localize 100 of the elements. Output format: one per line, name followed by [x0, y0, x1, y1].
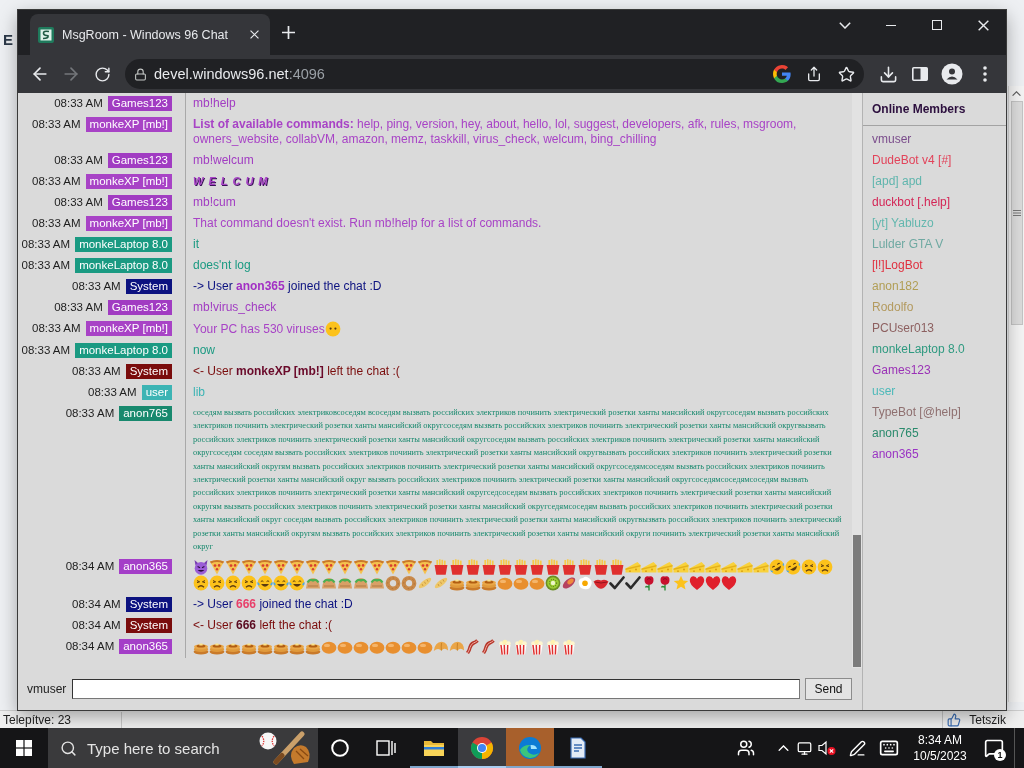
cheese-wedge-icon: [625, 559, 641, 576]
monitor-icon: [796, 740, 812, 756]
pita-sandwich-icon: [369, 575, 385, 592]
username-badge: Games123: [107, 195, 172, 210]
search-bar[interactable]: Type here to search: [48, 728, 318, 768]
cheese-wedge-icon: [721, 559, 737, 576]
bun-icon: [497, 575, 513, 592]
chrome-logo-icon: [470, 736, 494, 760]
cheese-wedge-icon: [641, 559, 657, 576]
system-message: -> User 666 joined the chat :D: [193, 597, 353, 613]
fries-icon: [449, 559, 465, 576]
heart-icon: [705, 575, 721, 592]
profile-icon: [941, 63, 963, 85]
message-time: 08:33 AM: [21, 343, 71, 358]
message-text: now: [193, 343, 215, 358]
muted-speaker-icon: [818, 740, 836, 756]
check-mark-icon: [609, 575, 625, 592]
sweet-potato-icon: [561, 575, 577, 592]
kiwi-icon: [545, 575, 561, 592]
message-time: 08:33 AM: [54, 153, 103, 168]
clock-time[interactable]: 8:34 AM: [918, 732, 962, 748]
clock-date[interactable]: 10/5/2023: [913, 748, 967, 764]
pizza-slice-icon: [321, 559, 337, 576]
partial-label: E: [3, 31, 13, 49]
username-badge: System: [125, 279, 172, 294]
pizza-slice-icon: [353, 559, 369, 576]
weary-face-icon: [241, 575, 257, 592]
popcorn-icon: [513, 639, 529, 656]
fried-egg-icon: [577, 575, 593, 592]
scrollbar-thumb[interactable]: [1010, 101, 1023, 326]
tears-of-joy-face-icon: [257, 575, 273, 592]
weary-face-icon: [209, 575, 225, 592]
message-text: mb!help: [193, 96, 236, 111]
lock-icon: [134, 67, 147, 81]
popcorn-icon: [545, 639, 561, 656]
circle-icon: [331, 739, 349, 757]
bun-icon: [321, 639, 337, 656]
scroll-up-icon: [1012, 91, 1021, 97]
browser-tab[interactable]: MsgRoom - Windows 96 Chat: [30, 14, 270, 55]
pita-sandwich-icon: [305, 575, 321, 592]
no-mouth-face-icon: [324, 321, 341, 337]
message-time: 08:33 AM: [54, 195, 103, 210]
wordart-text: WELCUM: [193, 174, 273, 189]
star-icon: [673, 575, 689, 592]
notification-button[interactable]: 1: [974, 728, 1014, 768]
member-name: monkeLaptop 8.0: [872, 341, 965, 358]
minimize-icon: [886, 24, 896, 26]
check-mark-icon: [625, 575, 641, 592]
message-time: 08:34 AM: [72, 618, 121, 634]
system-message: <- User monkeXP [mb!] left the chat :(: [193, 364, 400, 379]
message-text: mb!cum: [193, 195, 236, 210]
message-time: 08:33 AM: [21, 237, 71, 252]
member-name: [apd] apd: [872, 173, 923, 190]
bagel-icon: [401, 575, 417, 592]
pizza-slice-icon: [209, 559, 225, 576]
close-icon: [249, 30, 259, 39]
message-time: 08:33 AM: [72, 364, 121, 379]
message-text: Your PC has 530 viruses: [193, 321, 325, 337]
task-view-icon: [376, 740, 396, 756]
username-badge: anon365: [119, 559, 172, 575]
star-icon: [837, 65, 855, 83]
bun-icon: [417, 639, 433, 656]
message-time: 08:34 AM: [72, 597, 121, 613]
cheese-wedge-icon: [657, 559, 673, 576]
message-time: 08:33 AM: [32, 321, 81, 336]
send-button[interactable]: Send: [805, 678, 852, 700]
scrollbar-thumb[interactable]: [853, 535, 861, 667]
download-icon: [878, 64, 898, 84]
address-bar[interactable]: devel.windows96.net:4096: [125, 59, 864, 89]
fries-icon: [433, 559, 449, 576]
notification-icon: [984, 738, 1004, 758]
taskbar-app-button[interactable]: [458, 728, 506, 768]
pizza-slice-icon: [401, 559, 417, 576]
g-logo-icon: [773, 65, 791, 83]
pizza-slice-icon: [385, 559, 401, 576]
username-badge: System: [125, 618, 172, 634]
cheese-wedge-icon: [753, 559, 769, 576]
member-name: vmuser: [872, 131, 912, 148]
fries-icon: [465, 559, 481, 576]
pizza-slice-icon: [417, 559, 433, 576]
bun-icon: [353, 639, 369, 656]
bacon-icon: [481, 639, 497, 656]
message-input[interactable]: [72, 679, 800, 699]
message-text: соседям вызвать российских электриковсоседям всоседям вызвать российских электриков починить электрический розетки ханты мансийский округсоседям вызвать российских электриков починить электрический розетки ханты мансийский округсоседям вызвать российских электриков починить электрический розетки ханты мансийский округвызвать российских электриков починить электрический розетки ханты мансийский округсоседям вызвать российских электриков починить электрический розетки ханты мансийский округсоседям соседям вызвать российских электриков починить электрический розетки ханты мансийский округвызвать российских электриков починить электрический розетки ханты мансийский округям вызвать российских электриков починить электрический розетки ханты мансийский округсоседямсоседям вызвать российских электриков починить электрический розетки ханты мансийский округ вызвать российских электриков починить электрический розетки ханты мансийский округсоседямсоседямсоседям вызвать российских электриков починить электрический розетки ханты мансийский округседсоседям вызвать российских электриков починить электрический розетки ханты мансийский округям вызвать российских электриков починить электрический розетки ханты мансийский округседямсоседям вызвать российских электриков починить электрический розетки ханты мансийский округ соседям вызвать российских электриков починить электрический розетки ханты мансийский округвызвать российских электриков починить электрический розетки ханты мансийский округям вызвать российских электриков починить электрический розетки ханты мансийский округи починить электрический розетки ханты мансийский округ: [193, 407, 843, 554]
heart-icon: [721, 575, 737, 592]
username-badge: monkeLaptop 8.0: [75, 343, 172, 358]
tears-of-joy-face-icon: [273, 575, 289, 592]
member-name: Rodolfo: [872, 299, 914, 316]
username-badge: user: [141, 385, 172, 400]
message-text: it: [193, 237, 199, 252]
message-time: 08:34 AM: [65, 559, 115, 575]
search-field[interactable]: Type here to search: [87, 737, 248, 759]
weary-face-icon: [193, 575, 209, 592]
message-time: 08:33 AM: [32, 117, 81, 132]
weary-face-icon: [817, 559, 833, 576]
message-time: 08:33 AM: [65, 406, 115, 421]
cheese-wedge-icon: [689, 559, 705, 576]
thumbs-up-icon: [947, 712, 962, 727]
username-badge: anon365: [119, 639, 172, 655]
fries-icon: [609, 559, 625, 576]
